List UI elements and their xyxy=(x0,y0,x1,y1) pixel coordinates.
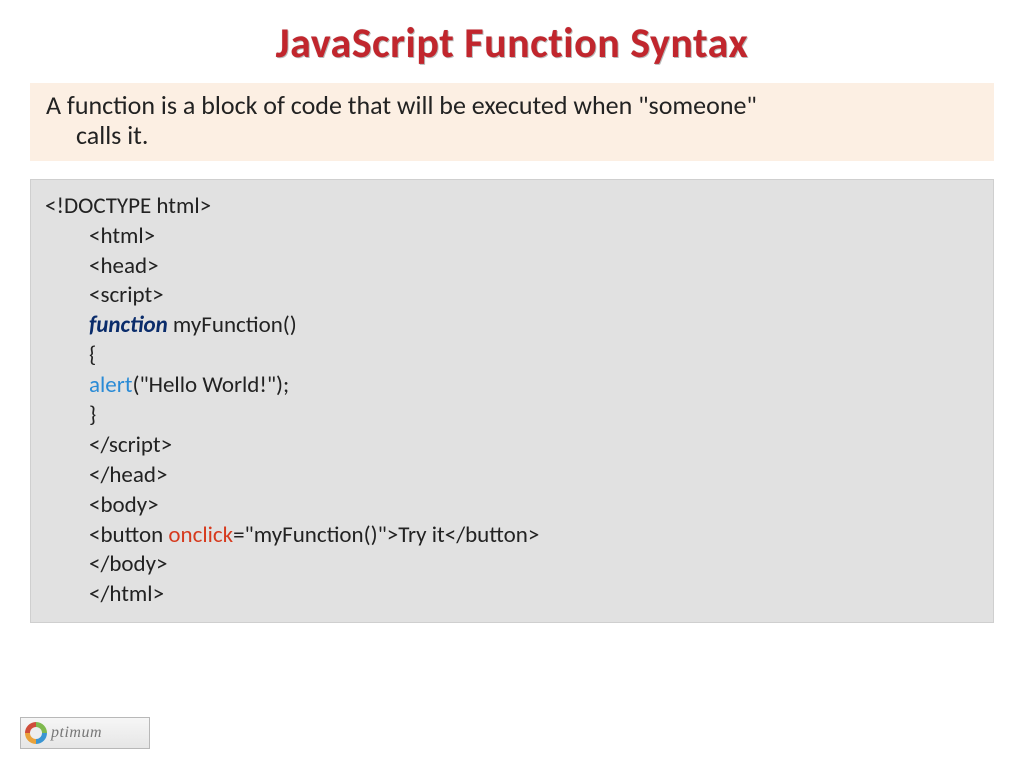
description-box: A function is a block of code that will … xyxy=(30,83,994,161)
code-line: <head> xyxy=(45,252,979,282)
code-line: </html> xyxy=(45,580,979,610)
slide: JavaScript Function Syntax A function is… xyxy=(0,0,1024,767)
code-line: <body> xyxy=(45,491,979,521)
code-line: </body> xyxy=(45,550,979,580)
code-line: <!DOCTYPE html> xyxy=(45,192,979,222)
code-line: } xyxy=(45,401,979,431)
code-block: <!DOCTYPE html> <html> <head> <script> f… xyxy=(30,179,994,623)
logo-text: ptimum xyxy=(51,724,102,742)
code-line: <button onclick="myFunction()">Try it</b… xyxy=(45,521,979,551)
slide-title: JavaScript Function Syntax xyxy=(30,18,994,69)
code-line: { xyxy=(45,341,979,371)
description-line2: calls it. xyxy=(40,121,984,151)
code-line: </head> xyxy=(45,461,979,491)
code-line: alert("Hello World!"); xyxy=(45,371,979,401)
description-line1: A function is a block of code that will … xyxy=(40,91,984,121)
logo-ring-icon xyxy=(25,722,47,744)
code-line: <html> xyxy=(45,222,979,252)
code-line: </script> xyxy=(45,431,979,461)
code-line: <script> xyxy=(45,281,979,311)
code-line: function myFunction() xyxy=(45,311,979,341)
optimum-logo: ptimum xyxy=(20,717,150,749)
